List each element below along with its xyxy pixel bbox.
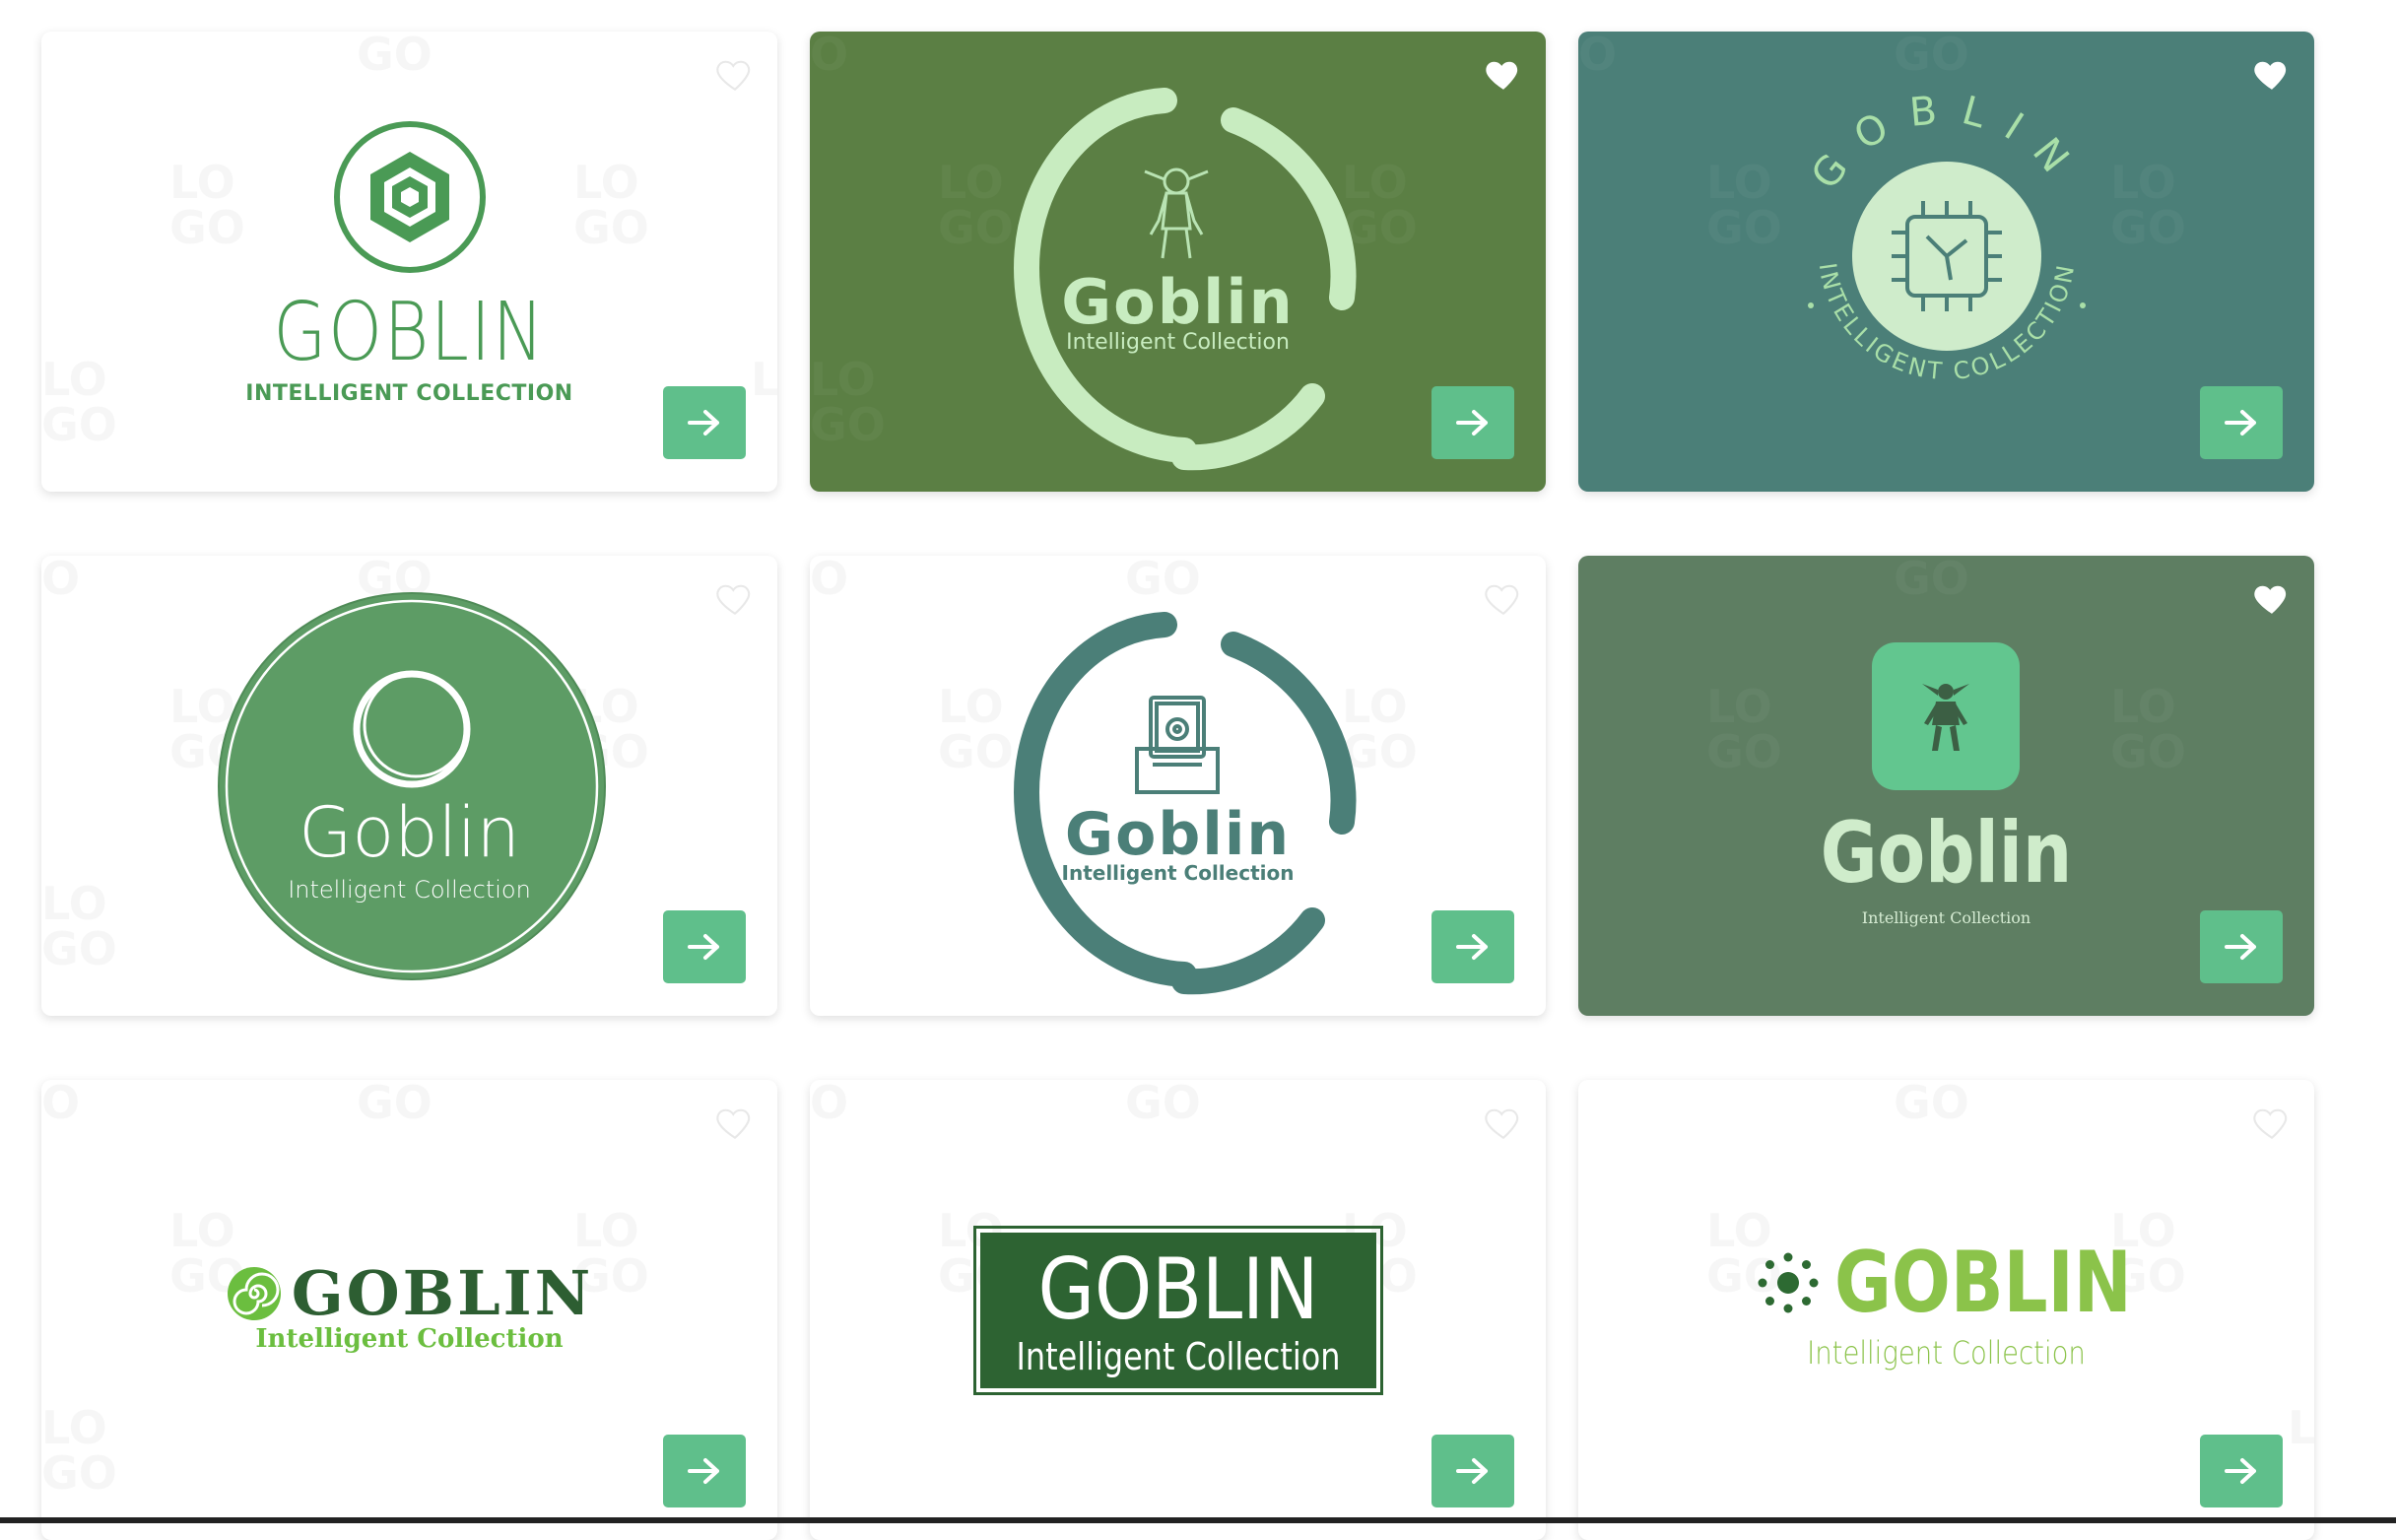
open-design-button[interactable] xyxy=(663,1435,746,1507)
heart-icon[interactable] xyxy=(714,1102,756,1143)
app-icon-tile xyxy=(1872,642,2020,790)
brand-tagline: Intelligent Collection xyxy=(255,1324,564,1354)
logo-card[interactable]: GOLOGOLOGOLOGOLO GOBLIN INTELLIGENT COLL… xyxy=(41,32,777,492)
logo-card[interactable]: OGOLOGOLOGO GOBLIN INTELLIG xyxy=(1578,32,2314,492)
logo-card[interactable]: GOLOGOLOGOLO GOBLIN Intelligent Collecti… xyxy=(1578,1080,2314,1540)
heart-icon[interactable] xyxy=(2251,53,2293,95)
open-design-button[interactable] xyxy=(1431,1435,1514,1507)
open-design-button[interactable] xyxy=(663,386,746,459)
arrow-right-icon xyxy=(2225,1458,2256,1484)
brand-tagline: Intelligent Collection xyxy=(288,876,531,904)
heart-icon[interactable] xyxy=(714,577,756,619)
open-design-button[interactable] xyxy=(1431,386,1514,459)
brand-name: Goblin xyxy=(299,792,520,873)
logo-card[interactable]: OGOLOGOLOGO GOBLIN Intelligent Collectio… xyxy=(810,1080,1546,1540)
open-design-button[interactable] xyxy=(1431,910,1514,983)
brand-tagline: Intelligent Collection xyxy=(1016,1335,1341,1378)
arrow-right-icon xyxy=(688,1458,719,1484)
open-design-button[interactable] xyxy=(663,910,746,983)
brand-name: Goblin xyxy=(1061,266,1295,338)
hexagon-emblem-icon xyxy=(334,121,486,273)
logo-card[interactable]: GOLOGOLOGO Goblin Intelligent Collection xyxy=(1578,556,2314,1016)
heart-icon[interactable] xyxy=(2251,1102,2293,1143)
spiral-icon xyxy=(227,1266,281,1320)
heart-icon[interactable] xyxy=(1483,53,1524,95)
bottom-edge-bar xyxy=(0,1517,2396,1523)
logo-card[interactable]: OLOGOLOGOLOGO Goblin Intelligent Collect… xyxy=(810,32,1546,492)
brand-name: GOBLIN xyxy=(1834,1234,2132,1332)
goblin-figure-icon xyxy=(1144,167,1209,259)
logo-results-grid: GOLOGOLOGOLOGOLO GOBLIN INTELLIGENT COLL… xyxy=(0,0,2396,1540)
logo-card[interactable]: OGOLOGOLOGO Goblin Intelligent Collectio… xyxy=(810,556,1546,1016)
brand-name: Goblin xyxy=(1064,800,1292,869)
arrow-right-icon xyxy=(2225,410,2256,435)
circle-badge-icon xyxy=(218,592,606,980)
brand-tagline: Intelligent Collection xyxy=(1066,330,1290,355)
brand-tagline: Intelligent Collection xyxy=(1061,861,1295,885)
circular-brand-text: GOBLIN INTELLIGENT COLLECTION xyxy=(1803,89,2091,385)
logo-card[interactable]: OGOLOGOLOGOLOGO Goblin Intelligent Colle… xyxy=(41,556,777,1016)
arrow-right-icon xyxy=(2225,934,2256,960)
open-design-button[interactable] xyxy=(2200,910,2283,983)
boxed-wordmark: GOBLIN Intelligent Collection xyxy=(973,1226,1383,1395)
arrow-right-icon xyxy=(688,934,719,960)
heart-icon[interactable] xyxy=(1483,1102,1524,1143)
photo-frame-icon xyxy=(1135,696,1220,794)
svg-text:GOBLIN: GOBLIN xyxy=(1803,89,2091,198)
logo-card[interactable]: OGOLOGOLOGOLOGO GOBLIN Intelligent Colle… xyxy=(41,1080,777,1540)
sunburst-dots-icon xyxy=(1758,1252,1819,1313)
svg-text:INTELLIGENT COLLECTION: INTELLIGENT COLLECTION xyxy=(1814,260,2081,385)
brand-name: GOBLIN xyxy=(273,286,546,379)
heart-icon[interactable] xyxy=(714,53,756,95)
open-design-button[interactable] xyxy=(2200,386,2283,459)
brand-name: GOBLIN xyxy=(291,1257,594,1329)
brand-tagline: Intelligent Collection xyxy=(1807,1334,2086,1372)
brand-name: GOBLIN xyxy=(1037,1240,1319,1339)
arrow-right-icon xyxy=(1456,410,1488,435)
arrow-right-icon xyxy=(1456,1458,1488,1484)
goblin-figure-icon xyxy=(1922,684,1969,751)
heart-icon[interactable] xyxy=(1483,577,1524,619)
arrow-right-icon xyxy=(1456,934,1488,960)
brand-name: Goblin xyxy=(1820,804,2073,903)
open-design-button[interactable] xyxy=(2200,1435,2283,1507)
arrow-right-icon xyxy=(688,410,719,435)
heart-icon[interactable] xyxy=(2251,577,2293,619)
